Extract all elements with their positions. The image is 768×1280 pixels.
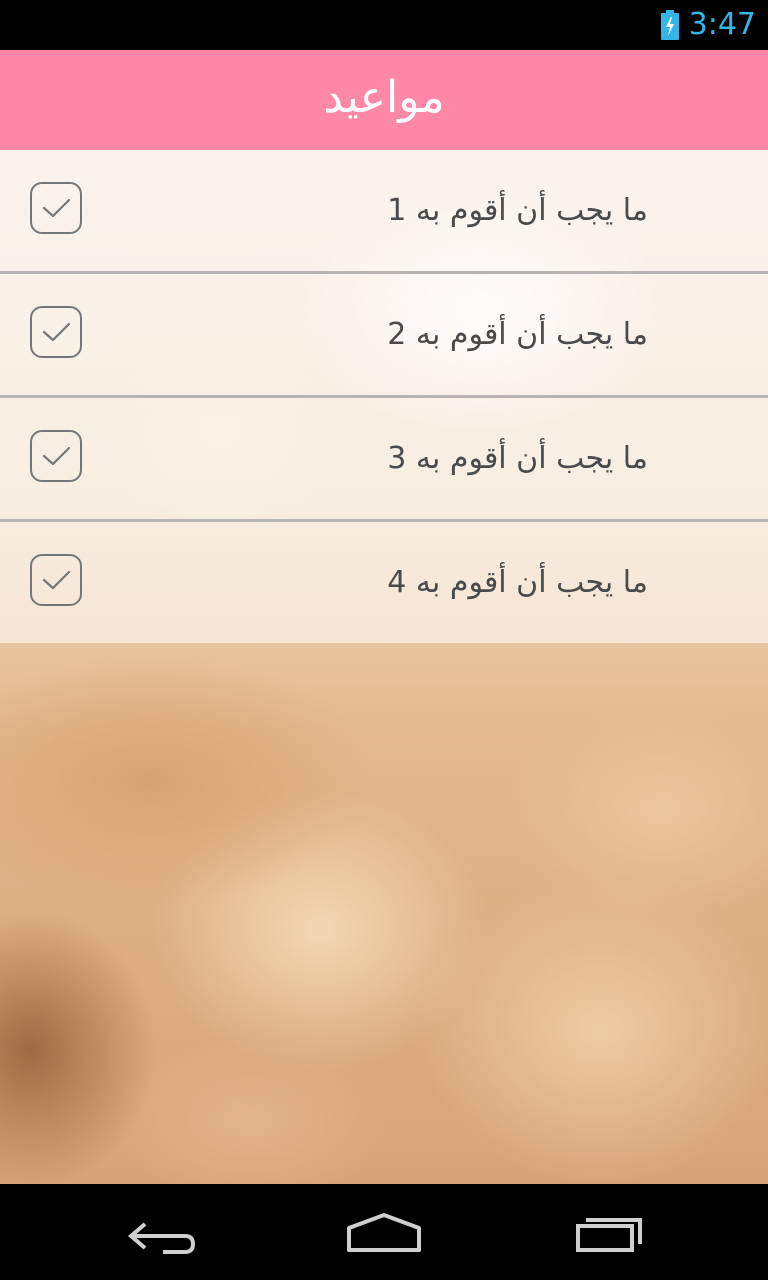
list-item-label: ما يجب أن أقوم به 2 [387,317,648,352]
list-item-label: ما يجب أن أقوم به 4 [387,565,648,600]
checkbox[interactable] [30,182,82,234]
check-icon [42,322,71,342]
check-icon [42,198,71,218]
navigation-bar [0,1184,768,1280]
check-icon [42,446,71,466]
checkbox[interactable] [30,430,82,482]
list-item[interactable]: ما يجب أن أقوم به 1 [0,150,768,274]
battery-charging-icon [660,10,680,40]
recent-apps-icon[interactable] [566,1202,656,1262]
app-bar: مواعيد [0,50,768,150]
list-item[interactable]: ما يجب أن أقوم به 3 [0,398,768,522]
checkbox[interactable] [30,306,82,358]
back-arrow-icon[interactable] [115,1202,205,1262]
page-title: مواعيد [323,72,445,123]
list-item-label: ما يجب أن أقوم به 1 [387,193,648,228]
list-item[interactable]: ما يجب أن أقوم به 2 [0,274,768,398]
todo-list: ما يجب أن أقوم به 1 ما يجب أن أقوم به 2 … [0,150,768,643]
home-icon[interactable] [339,1202,429,1262]
status-bar: 3:47 [0,0,768,50]
list-item-label: ما يجب أن أقوم به 3 [387,441,648,476]
check-icon [42,570,71,590]
status-clock: 3:47 [688,7,756,42]
checkbox[interactable] [30,554,82,606]
list-item[interactable]: ما يجب أن أقوم به 4 [0,522,768,643]
